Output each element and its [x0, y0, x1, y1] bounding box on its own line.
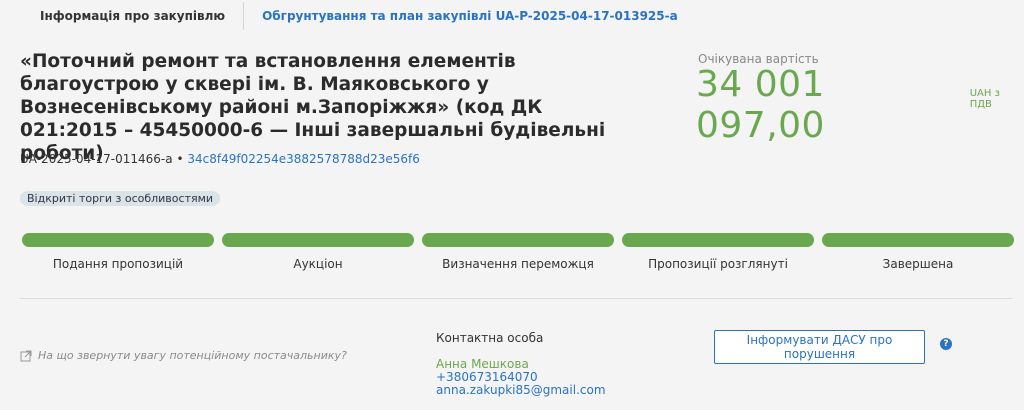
tender-id: UA-2025-04-17-011466-a	[20, 152, 173, 166]
hint-text: На що звернути увагу потенційному постач…	[38, 349, 347, 362]
price-unit: UAH з ПДВ	[969, 88, 1000, 110]
supplier-hint-link[interactable]: На що звернути увагу потенційному постач…	[20, 349, 347, 362]
expected-price: 34 001 097,00	[696, 64, 825, 146]
tab-procurement-plan[interactable]: Обгрунтування та план закупівлі UA-P-202…	[244, 2, 678, 30]
stage-bar	[822, 233, 1014, 247]
stage-label: Подання пропозицій	[52, 257, 184, 271]
stage-winner: Визначення переможця	[422, 233, 614, 271]
tender-title: «Поточний ремонт та встановлення елемент…	[20, 51, 606, 164]
tender-hash-link[interactable]: 34c8f49f02254e3882578788d23e56f6	[187, 152, 420, 166]
stage-label: Визначення переможця	[442, 257, 594, 271]
section-divider	[20, 298, 1012, 299]
stage-bar	[422, 233, 614, 247]
stage-progress: Подання пропозицій Аукціон Визначення пе…	[22, 233, 1014, 271]
contact-name: Анна Мешкова	[436, 357, 529, 371]
procedure-badge: Відкриті торги з особливостями	[20, 191, 221, 206]
id-separator: •	[176, 152, 184, 166]
help-icon[interactable]: ?	[940, 338, 952, 350]
report-violation-button[interactable]: Інформувати ДАСУ про порушення	[714, 330, 925, 364]
contact-email[interactable]: anna.zakupki85@gmail.com	[436, 384, 606, 397]
tender-ids: UA-2025-04-17-011466-a • 34c8f49f02254e3…	[20, 152, 420, 166]
stage-completed: Завершена	[822, 233, 1014, 271]
stage-label: Аукціон	[293, 257, 343, 271]
contact-block: Контактна особа Анна Мешкова +3806731640…	[436, 331, 606, 397]
stage-bar	[22, 233, 214, 247]
stage-reviewed: Пропозиції розглянуті	[622, 233, 814, 271]
stage-label: Завершена	[882, 257, 954, 271]
stage-auction: Аукціон	[222, 233, 414, 271]
stage-bar	[622, 233, 814, 247]
tab-procurement-info[interactable]: Інформація про закупівлю	[20, 2, 245, 30]
stage-label: Пропозиції розглянуті	[648, 257, 788, 271]
tab-bar: Інформація про закупівлю Обгрунтування т…	[20, 0, 678, 32]
external-link-icon	[20, 350, 32, 361]
price-row: 34 001 097,00 UAH з ПДВ	[696, 64, 1024, 146]
contact-heading: Контактна особа	[436, 331, 544, 345]
stage-bar	[222, 233, 414, 247]
stage-submission: Подання пропозицій	[22, 233, 214, 271]
